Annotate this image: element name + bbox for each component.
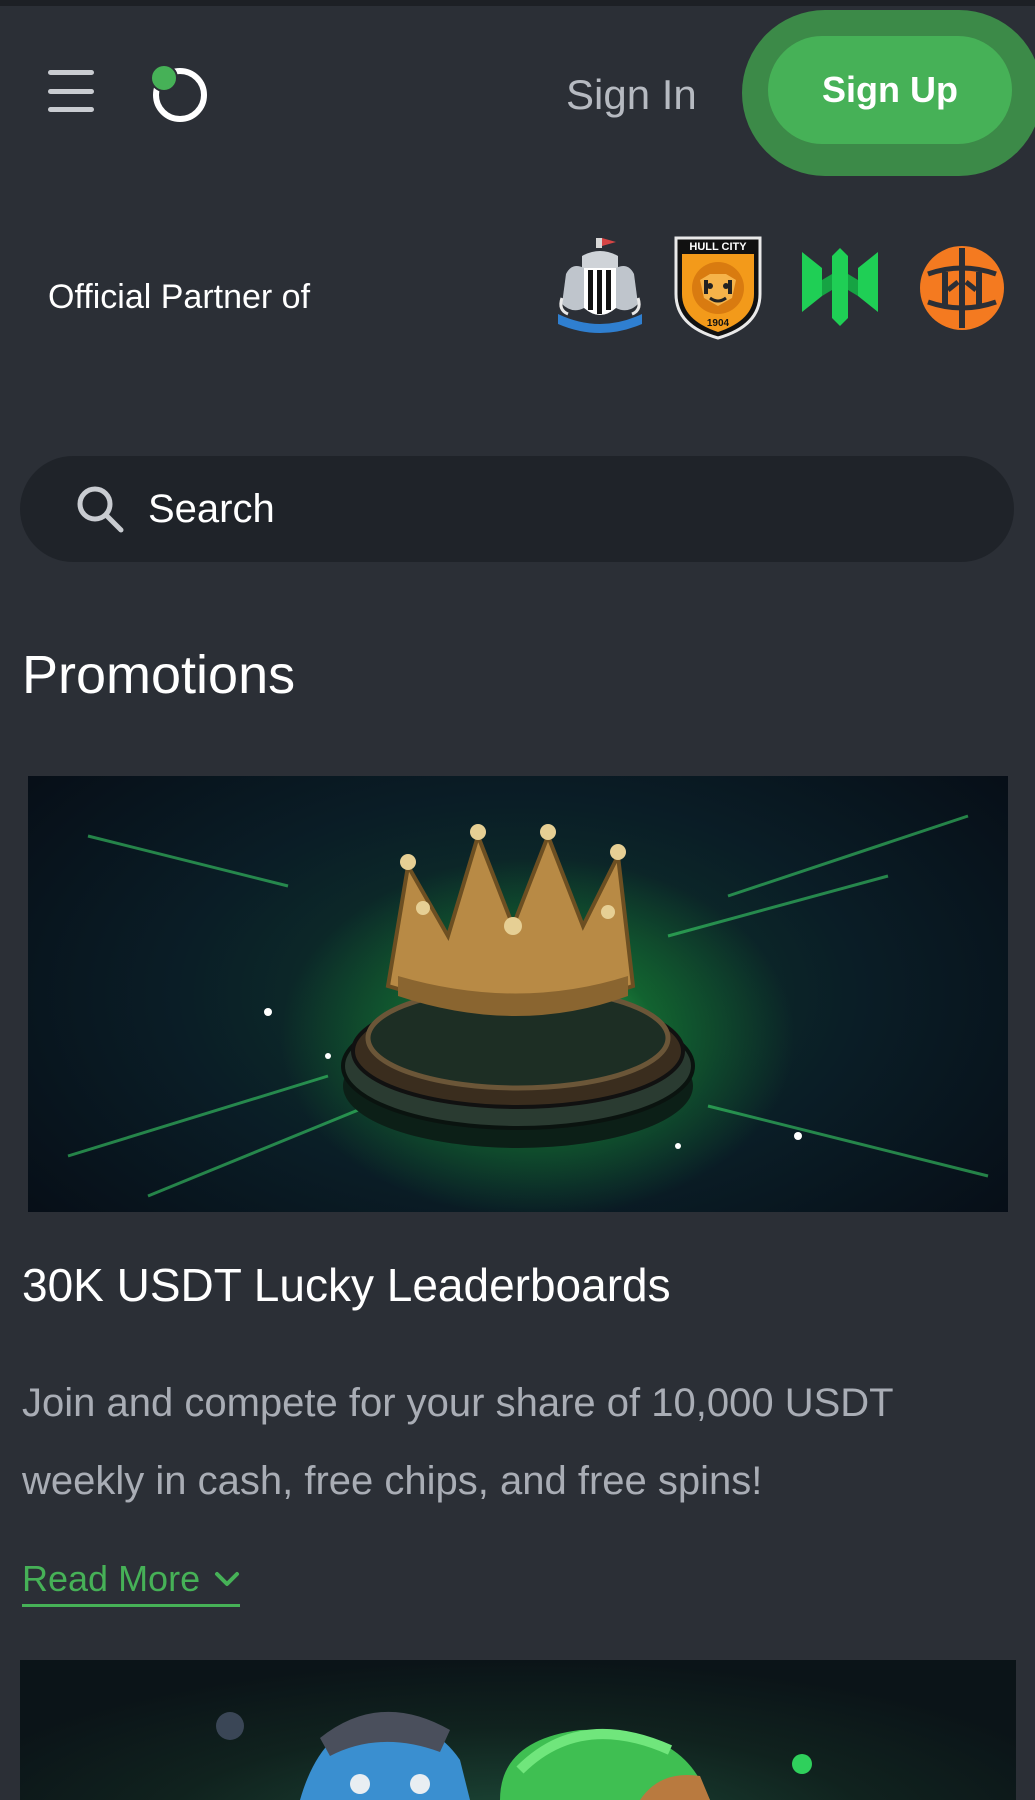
search-icon <box>77 486 124 533</box>
crown-on-chips-illustration <box>67 814 989 1198</box>
hull-city-year: 1904 <box>707 318 730 329</box>
second-promo-banner-image[interactable] <box>20 1660 1016 1800</box>
promo-title: 30K USDT Lucky Leaderboards <box>22 1259 671 1311</box>
sign-in-link[interactable]: Sign In <box>566 70 697 120</box>
chevron-down-icon <box>215 1572 240 1586</box>
read-more-link[interactable]: Read More <box>22 1558 241 1607</box>
search-bar[interactable] <box>20 456 1014 562</box>
newcastle-united-crest-icon <box>558 238 642 333</box>
brand-logo-icon[interactable] <box>148 62 210 124</box>
read-more-label: Read More <box>22 1558 201 1599</box>
site-header: Sign In Sign Up <box>0 6 1035 176</box>
partner-label: Official Partner of <box>48 278 311 316</box>
promo-banner-image[interactable] <box>28 776 1008 1212</box>
search-input[interactable] <box>146 485 910 533</box>
hull-city-text: HULL CITY <box>689 241 747 253</box>
cartoon-characters-illustration <box>216 1711 812 1800</box>
promo-description: Join and compete for your share of 10,00… <box>22 1381 893 1503</box>
hamburger-menu-icon[interactable] <box>48 70 94 112</box>
green-esports-logo-icon <box>802 248 878 326</box>
orange-basketball-logo-icon <box>920 246 1004 330</box>
promotions-heading: Promotions <box>22 645 296 705</box>
sign-up-button[interactable]: Sign Up <box>768 36 1012 144</box>
hull-city-crest-icon: HULL CITY 1904 <box>674 236 762 340</box>
